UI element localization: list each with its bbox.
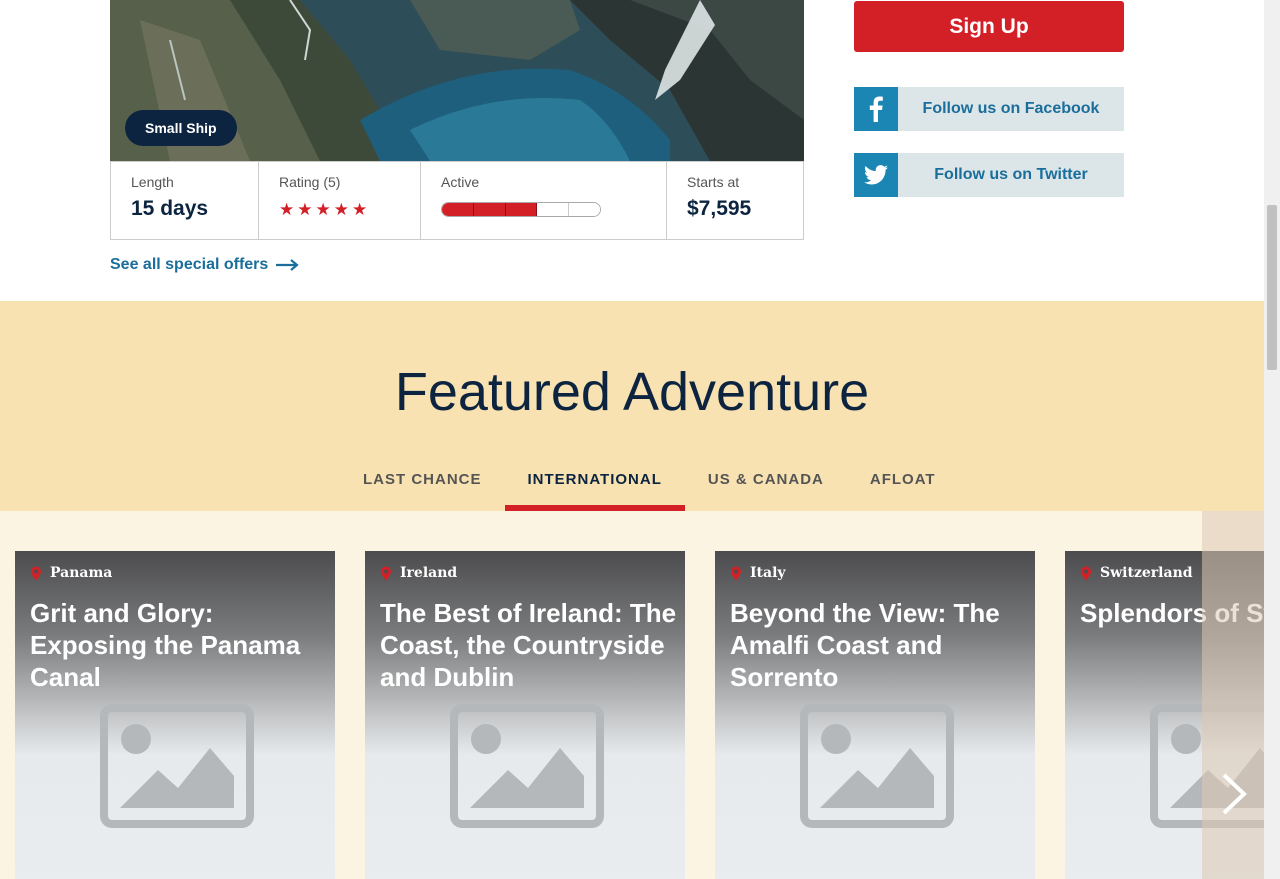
activity-label: Active [441,174,480,190]
scrollbar-thumb[interactable] [1267,205,1277,370]
trip-stats: Length 15 days Rating (5) ★ ★ ★ ★ ★ Acti… [110,161,804,240]
twitter-follow-button[interactable]: Follow us on Twitter [854,153,1124,197]
page-scrollbar[interactable] [1264,0,1280,879]
price-stat: Starts at $7,595 [667,162,803,239]
tab-last-chance[interactable]: LAST CHANCE [340,459,505,511]
card-location: Ireland [380,565,457,581]
adventure-card[interactable]: Panama Grit and Glory: Exposing the Pana… [15,551,335,879]
card-title[interactable]: Grit and Glory: Exposing the Panama Cana… [30,597,330,693]
map-pin-icon [31,566,41,580]
activity-level-segment [442,203,474,216]
card-title[interactable]: Beyond the View: The Amalfi Coast and So… [730,597,1030,693]
star-icon: ★ [315,200,331,219]
length-value: 15 days [131,197,209,220]
image-placeholder-icon [800,704,954,828]
offers-link-label: See all special offers [110,256,269,273]
ship-type-badge: Small Ship [125,110,237,146]
tab-international[interactable]: INTERNATIONAL [504,459,685,511]
facebook-follow-button[interactable]: Follow us on Facebook [854,87,1124,131]
star-icon: ★ [333,200,349,219]
rating-stat: Rating (5) ★ ★ ★ ★ ★ [259,162,421,239]
featured-heading: Featured Adventure [394,362,870,422]
star-icon: ★ [297,200,313,219]
length-stat: Length 15 days [111,162,259,239]
price-label: Starts at [687,174,740,190]
twitter-icon [854,153,898,197]
length-label: Length [131,174,174,190]
facebook-follow-label: Follow us on Facebook [922,100,1100,117]
image-placeholder-icon [450,704,604,828]
card-location-label: Panama [50,565,113,581]
map-pin-icon [1081,566,1091,580]
rating-stars: ★ ★ ★ ★ ★ [279,200,420,220]
activity-stat: Active [421,162,667,239]
trip-summary-section: Small Ship Length 15 days Rating (5) ★ ★… [0,0,1264,301]
chevron-right-icon[interactable] [1216,771,1250,817]
activity-level-segment [569,203,600,216]
adventure-card[interactable]: Italy Beyond the View: The Amalfi Coast … [715,551,1035,879]
adventure-carousel: Panama Grit and Glory: Exposing the Pana… [0,511,1264,879]
adventure-card[interactable]: Ireland The Best of Ireland: The Coast, … [365,551,685,879]
tab-afloat[interactable]: AFLOAT [847,459,959,511]
card-location-label: Ireland [400,565,458,581]
card-location-label: Italy [750,565,786,581]
activity-level-meter [441,202,601,217]
featured-adventure-section: Featured Adventure LAST CHANCE INTERNATI… [0,301,1264,511]
trip-hero-image[interactable]: Small Ship [110,0,804,161]
activity-level-segment [473,203,506,216]
map-pin-icon [381,566,391,580]
map-pin-icon [731,566,741,580]
activity-level-segment [505,203,538,216]
card-location: Panama [30,565,112,581]
price-value: $7,595 [687,197,752,220]
twitter-follow-label: Follow us on Twitter [934,166,1088,183]
sign-up-button[interactable]: Sign Up [854,1,1124,52]
rating-label: Rating (5) [279,174,341,190]
see-all-offers-link[interactable]: See all special offers [110,256,299,274]
arrow-right-icon [275,258,299,271]
facebook-icon [854,87,898,131]
card-location: Italy [730,565,786,581]
card-location: Switzerland [1080,565,1193,581]
card-title[interactable]: The Best of Ireland: The Coast, the Coun… [380,597,680,693]
card-location-label: Switzerland [1100,565,1193,581]
carousel-next-area[interactable] [1202,511,1264,879]
star-icon: ★ [352,200,368,219]
activity-level-segment [537,203,570,216]
featured-tabs: LAST CHANCE INTERNATIONAL US & CANADA AF… [340,459,959,511]
star-icon: ★ [279,200,295,219]
tab-us-canada[interactable]: US & CANADA [685,459,847,511]
image-placeholder-icon [100,704,254,828]
